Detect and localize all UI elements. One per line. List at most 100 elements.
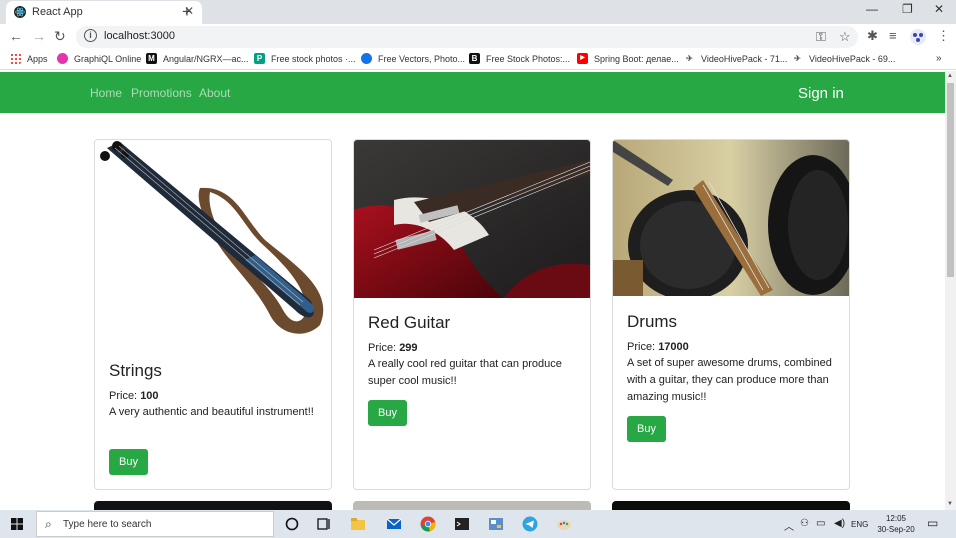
stock-b-icon: B bbox=[469, 53, 480, 64]
medium-icon: M bbox=[146, 53, 157, 64]
product-image-red-guitar bbox=[354, 140, 590, 298]
terminal-icon[interactable] bbox=[454, 516, 470, 532]
clock-time: 12:05 bbox=[885, 514, 907, 523]
graphql-icon bbox=[57, 53, 68, 64]
forward-icon[interactable]: → bbox=[32, 28, 46, 44]
product-card-partial bbox=[94, 501, 332, 510]
address-bar-row: ← → ↻ i localhost:3000 ⚿ ☆ ✱ ≡ ⋮ bbox=[0, 24, 956, 50]
sign-in-link[interactable]: Sign in bbox=[798, 85, 844, 102]
buy-button[interactable]: Buy bbox=[368, 400, 407, 426]
media-control-icon[interactable]: ≡ bbox=[889, 28, 897, 43]
back-icon[interactable]: ← bbox=[9, 28, 23, 44]
bookmark-label: Spring Boot: делае... bbox=[594, 53, 679, 64]
clock-date: 30-Sep-20 bbox=[877, 525, 915, 534]
browser-tab-strip: React App ✕ + — ❐ ✕ bbox=[0, 0, 956, 24]
paint-icon[interactable] bbox=[556, 516, 572, 532]
product-description: A really cool red guitar that can produc… bbox=[368, 358, 562, 387]
bookmark-label: Apps bbox=[27, 53, 48, 64]
product-card-partial bbox=[353, 501, 591, 510]
product-card-partial bbox=[612, 501, 850, 510]
price-label: Price: bbox=[627, 341, 659, 353]
product-price: Price: 100 bbox=[109, 390, 159, 402]
bookmark-free-vectors[interactable]: Free Vectors, Photo... bbox=[361, 53, 465, 64]
react-logo-icon bbox=[14, 6, 26, 18]
nav-link-promotions[interactable]: Promotions bbox=[131, 86, 192, 100]
bookmark-videohivepack-69[interactable]: ✈ VideoHivePack - 69... bbox=[792, 53, 895, 64]
site-info-icon[interactable]: i bbox=[84, 29, 97, 42]
bookmark-star-icon[interactable]: ☆ bbox=[839, 29, 851, 45]
task-view-icon[interactable] bbox=[316, 516, 332, 532]
restore-icon[interactable]: ❐ bbox=[902, 2, 913, 16]
minimize-icon[interactable]: — bbox=[866, 2, 878, 16]
bookmarks-overflow-icon[interactable]: » bbox=[936, 53, 942, 64]
language-indicator[interactable]: ENG bbox=[851, 520, 868, 529]
notifications-icon[interactable]: ▭ bbox=[927, 516, 938, 530]
mail-icon[interactable] bbox=[386, 516, 402, 532]
bookmark-graphiql[interactable]: GraphiQL Online bbox=[57, 53, 141, 64]
tray-chevron-icon[interactable]: ︿ bbox=[784, 518, 794, 533]
search-icon: ⌕ bbox=[45, 517, 52, 531]
profile-avatar-icon[interactable] bbox=[910, 29, 926, 45]
bookmark-label: VideoHivePack - 69... bbox=[809, 53, 896, 64]
videohive-icon: ✈ bbox=[794, 54, 801, 63]
omnibox[interactable]: i localhost:3000 ⚿ ☆ bbox=[76, 26, 858, 48]
product-description: A very authentic and beautiful instrumen… bbox=[109, 406, 314, 418]
browser-tab[interactable]: React App ✕ bbox=[6, 1, 202, 24]
price-label: Price: bbox=[109, 390, 141, 402]
bookmarks-bar: Apps GraphiQL Online M Angular/NGRX—ас..… bbox=[0, 50, 956, 70]
photo-site-icon: P bbox=[254, 53, 265, 64]
system-clock[interactable]: 12:05 30-Sep-20 bbox=[870, 513, 922, 535]
close-window-icon[interactable]: ✕ bbox=[934, 2, 944, 16]
bookmark-spring-boot[interactable]: ▶ Spring Boot: делае... bbox=[577, 53, 679, 64]
reload-icon[interactable]: ↻ bbox=[54, 28, 66, 45]
windows-start-icon[interactable] bbox=[11, 518, 23, 530]
nav-link-about[interactable]: About bbox=[199, 86, 230, 100]
product-card: Drums Price: 17000 A set of super awesom… bbox=[612, 139, 850, 490]
taskbar-search-box[interactable]: ⌕ Type here to search bbox=[36, 511, 274, 537]
nav-link-home[interactable]: Home bbox=[90, 86, 122, 100]
price-label: Price: bbox=[368, 342, 400, 354]
new-tab-icon[interactable]: + bbox=[182, 2, 192, 22]
page-scrollbar[interactable]: ▲ ▼ bbox=[945, 71, 956, 510]
product-price: Price: 299 bbox=[368, 342, 418, 354]
scroll-down-icon[interactable]: ▼ bbox=[947, 501, 953, 507]
product-title: Strings bbox=[109, 361, 162, 380]
bookmark-videohivepack-71[interactable]: ✈ VideoHivePack - 71... bbox=[684, 53, 787, 64]
chrome-icon[interactable] bbox=[420, 516, 436, 532]
bookmark-apps[interactable]: Apps bbox=[10, 53, 48, 64]
bookmark-label: GraphiQL Online bbox=[74, 53, 142, 64]
bookmark-free-stock-photos-b[interactable]: B Free Stock Photos:... bbox=[469, 53, 570, 64]
price-value: 17000 bbox=[658, 341, 689, 353]
file-explorer-icon[interactable] bbox=[350, 516, 366, 532]
product-card: Red Guitar Price: 299 A really cool red … bbox=[353, 139, 591, 490]
product-image-drums bbox=[613, 140, 849, 296]
bookmark-free-stock-photos[interactable]: P Free stock photos ·... bbox=[254, 53, 356, 64]
product-title: Drums bbox=[627, 312, 678, 331]
scroll-up-icon[interactable]: ▲ bbox=[947, 73, 953, 79]
tab-title: React App bbox=[32, 6, 83, 18]
telegram-icon[interactable] bbox=[522, 516, 538, 532]
network-people-icon[interactable]: ⚇ bbox=[800, 518, 809, 529]
cortana-icon[interactable] bbox=[284, 516, 300, 532]
bookmark-angular-ngrx[interactable]: M Angular/NGRX—ас... bbox=[146, 53, 249, 64]
url-text[interactable]: localhost:3000 bbox=[104, 30, 175, 42]
price-value: 100 bbox=[140, 390, 159, 402]
youtube-icon: ▶ bbox=[577, 53, 588, 64]
bookmark-label: VideoHivePack - 71... bbox=[701, 53, 788, 64]
buy-button[interactable]: Buy bbox=[627, 416, 666, 442]
product-card: Strings Price: 100 A very authentic and … bbox=[94, 139, 332, 490]
key-icon[interactable]: ⚿ bbox=[816, 29, 826, 45]
bookmark-label: Angular/NGRX—ас... bbox=[163, 53, 249, 64]
vector-site-icon bbox=[361, 53, 372, 64]
scrollbar-thumb[interactable] bbox=[947, 83, 954, 277]
site-navbar: Home Promotions About Sign in bbox=[0, 72, 945, 113]
chrome-menu-icon[interactable]: ⋮ bbox=[937, 28, 950, 44]
windows-taskbar: ⌕ Type here to search ︿ ⚇ ▭ ◀) ENG 12:05… bbox=[0, 510, 956, 538]
price-value: 299 bbox=[399, 342, 418, 354]
wifi-icon[interactable]: ▭ bbox=[816, 518, 825, 529]
page-viewport: Home Promotions About Sign in Strings Pr… bbox=[0, 71, 945, 510]
extensions-icon[interactable]: ✱ bbox=[867, 28, 878, 44]
buy-button[interactable]: Buy bbox=[109, 449, 148, 475]
control-panel-icon[interactable] bbox=[488, 516, 504, 532]
volume-icon[interactable]: ◀) bbox=[834, 518, 845, 529]
